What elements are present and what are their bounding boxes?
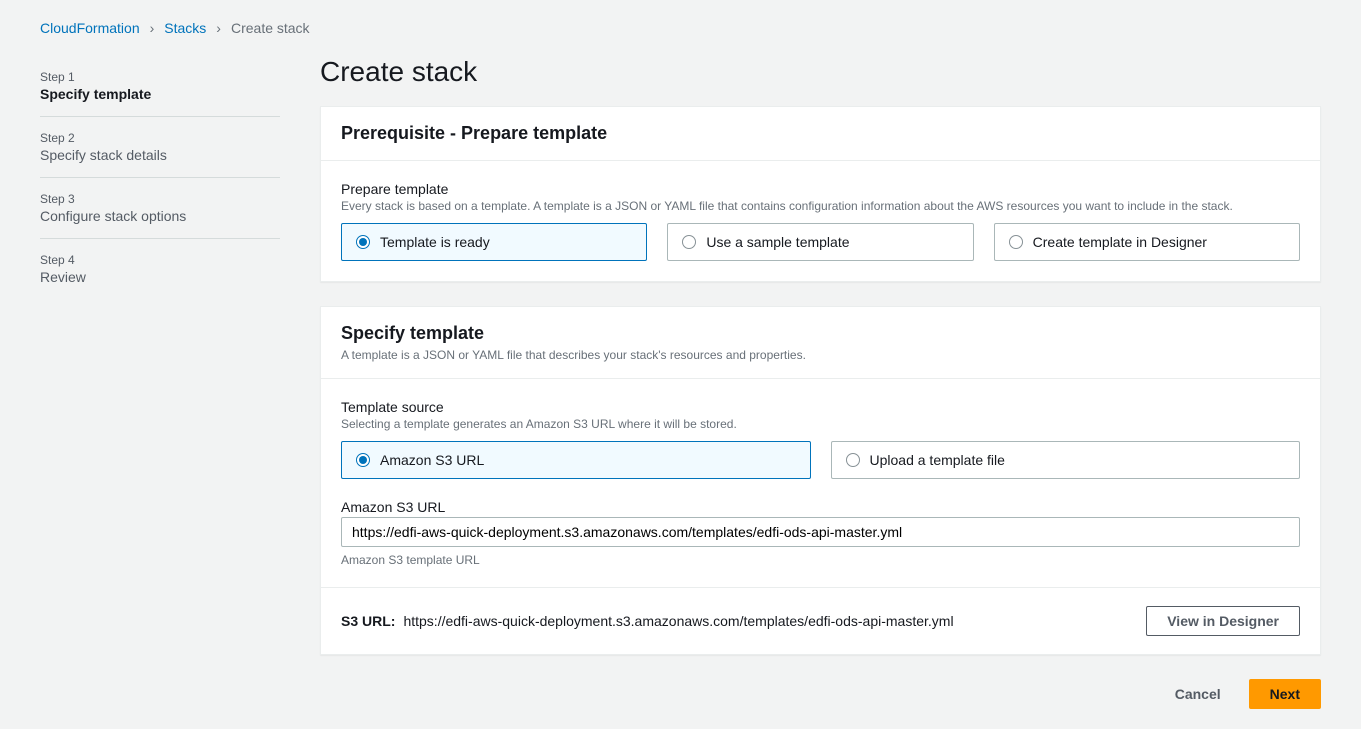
step-title: Configure stack options bbox=[40, 208, 280, 224]
specify-heading: Specify template bbox=[341, 323, 1300, 344]
s3-url-display-label: S3 URL: bbox=[341, 613, 395, 629]
prepare-template-label: Prepare template bbox=[341, 181, 1300, 197]
radio-sample-template[interactable]: Use a sample template bbox=[667, 223, 973, 261]
step-number: Step 3 bbox=[40, 192, 280, 206]
step-number: Step 1 bbox=[40, 70, 280, 84]
radio-label: Upload a template file bbox=[870, 452, 1005, 468]
breadcrumb-link-cloudformation[interactable]: CloudFormation bbox=[40, 20, 140, 36]
s3-url-help: Amazon S3 template URL bbox=[341, 553, 1300, 567]
wizard-step-4[interactable]: Step 4 Review bbox=[40, 239, 280, 299]
breadcrumb-current: Create stack bbox=[231, 20, 310, 36]
radio-icon bbox=[356, 235, 370, 249]
specify-subtitle: A template is a JSON or YAML file that d… bbox=[341, 348, 1300, 362]
radio-icon bbox=[356, 453, 370, 467]
step-title: Review bbox=[40, 269, 280, 285]
radio-label: Template is ready bbox=[380, 234, 490, 250]
wizard-sidebar: Step 1 Specify template Step 2 Specify s… bbox=[40, 56, 280, 709]
s3-url-display-value: https://edfi-aws-quick-deployment.s3.ama… bbox=[403, 613, 953, 629]
s3-url-input[interactable] bbox=[341, 517, 1300, 547]
step-title: Specify template bbox=[40, 86, 280, 102]
radio-s3-url[interactable]: Amazon S3 URL bbox=[341, 441, 811, 479]
next-button[interactable]: Next bbox=[1249, 679, 1321, 709]
radio-create-designer[interactable]: Create template in Designer bbox=[994, 223, 1300, 261]
template-source-hint: Selecting a template generates an Amazon… bbox=[341, 417, 1300, 431]
template-source-label: Template source bbox=[341, 399, 1300, 415]
prerequisite-heading: Prerequisite - Prepare template bbox=[341, 123, 1300, 144]
page-title: Create stack bbox=[320, 56, 1321, 88]
chevron-right-icon: › bbox=[216, 20, 221, 36]
breadcrumb-link-stacks[interactable]: Stacks bbox=[164, 20, 206, 36]
radio-label: Create template in Designer bbox=[1033, 234, 1207, 250]
prerequisite-panel: Prerequisite - Prepare template Prepare … bbox=[320, 106, 1321, 282]
breadcrumb: CloudFormation › Stacks › Create stack bbox=[40, 20, 1321, 36]
wizard-step-2[interactable]: Step 2 Specify stack details bbox=[40, 117, 280, 178]
wizard-actions: Cancel Next bbox=[320, 679, 1321, 709]
radio-icon bbox=[682, 235, 696, 249]
radio-icon bbox=[1009, 235, 1023, 249]
step-number: Step 2 bbox=[40, 131, 280, 145]
wizard-step-3[interactable]: Step 3 Configure stack options bbox=[40, 178, 280, 239]
s3-url-input-label: Amazon S3 URL bbox=[341, 499, 1300, 515]
radio-label: Use a sample template bbox=[706, 234, 849, 250]
radio-upload-file[interactable]: Upload a template file bbox=[831, 441, 1301, 479]
specify-template-panel: Specify template A template is a JSON or… bbox=[320, 306, 1321, 655]
wizard-step-1[interactable]: Step 1 Specify template bbox=[40, 56, 280, 117]
step-number: Step 4 bbox=[40, 253, 280, 267]
radio-label: Amazon S3 URL bbox=[380, 452, 484, 468]
cancel-button[interactable]: Cancel bbox=[1155, 679, 1241, 709]
chevron-right-icon: › bbox=[150, 20, 155, 36]
prepare-template-hint: Every stack is based on a template. A te… bbox=[341, 199, 1300, 213]
radio-icon bbox=[846, 453, 860, 467]
radio-template-ready[interactable]: Template is ready bbox=[341, 223, 647, 261]
step-title: Specify stack details bbox=[40, 147, 280, 163]
view-in-designer-button[interactable]: View in Designer bbox=[1146, 606, 1300, 636]
